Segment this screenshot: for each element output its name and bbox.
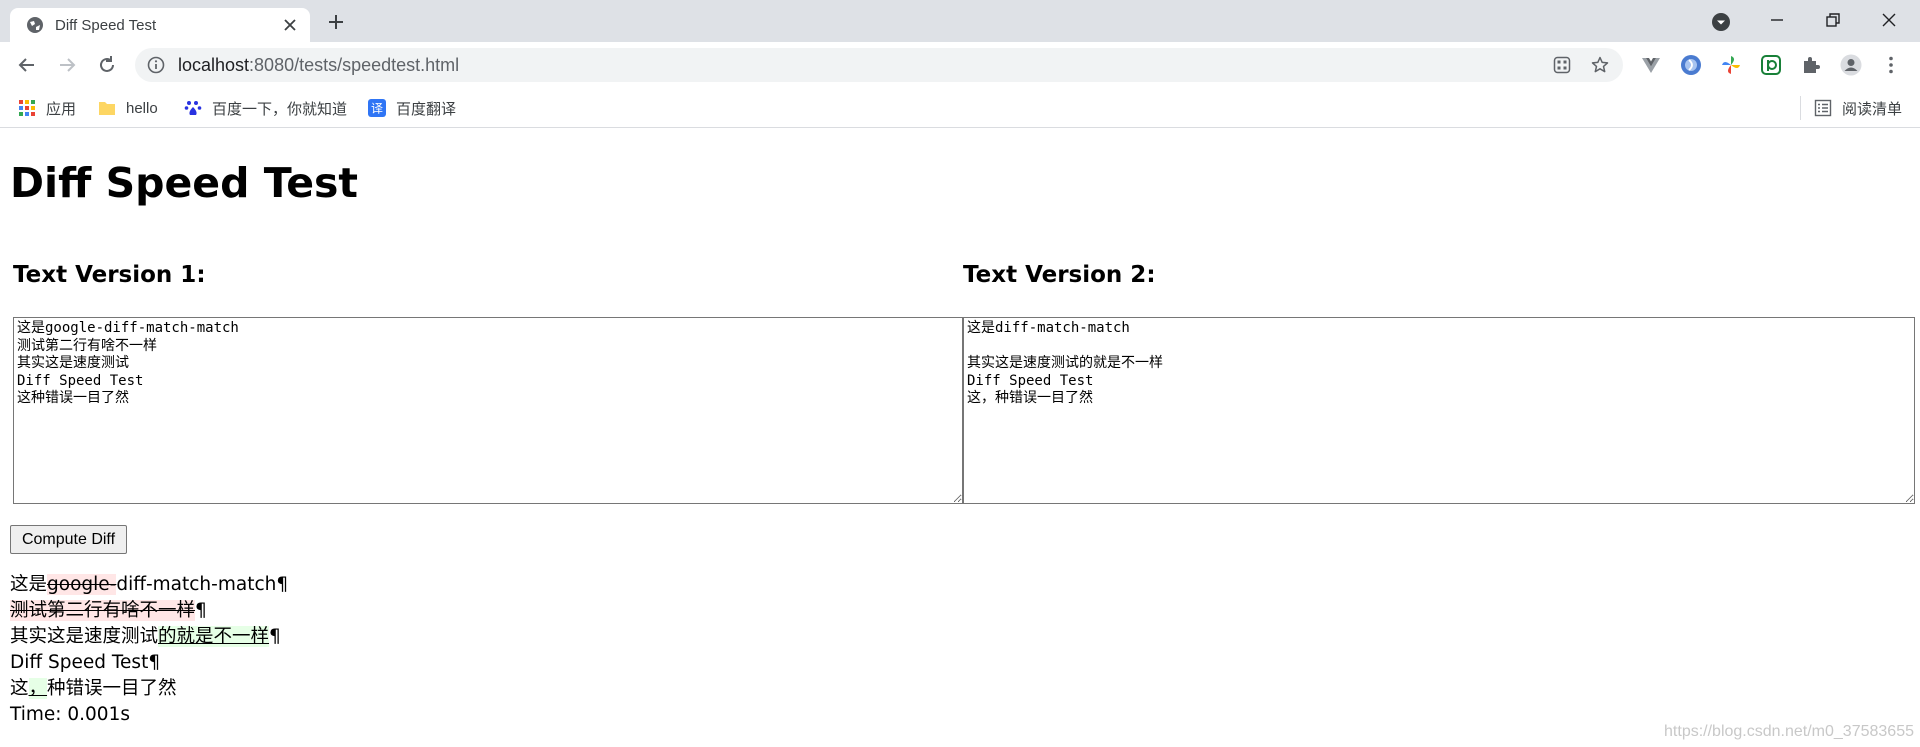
forward-arrow-icon[interactable] — [56, 54, 78, 76]
diff-line: 其实这是速度测试的就是不一样¶ — [10, 624, 910, 650]
reload-icon[interactable] — [96, 54, 118, 76]
bookmark-star-icon[interactable] — [1591, 56, 1609, 74]
reading-list-button[interactable]: 阅读清单 — [1814, 97, 1902, 119]
tab-search-icon[interactable] — [1711, 12, 1731, 32]
text-version-1-heading: Text Version 1: — [13, 262, 206, 288]
bookmark-hello-folder[interactable]: hello — [98, 97, 158, 119]
bookmark-apps[interactable]: 应用 — [18, 97, 76, 119]
url-path: :8080/tests/speedtest.html — [249, 55, 460, 75]
qr-code-icon[interactable] — [1553, 56, 1571, 74]
site-info-icon[interactable] — [147, 56, 165, 74]
reading-list-label: 阅读清单 — [1842, 100, 1903, 118]
profile-avatar-icon[interactable] — [1840, 54, 1862, 76]
diff-line: 测试第二行有啥不一样¶ — [10, 598, 910, 624]
baidu-paw-icon — [184, 101, 202, 115]
text-version-2-heading: Text Version 2: — [963, 262, 1156, 288]
new-tab-plus-icon[interactable] — [326, 12, 346, 32]
diff-equal-text: 这 — [10, 678, 29, 699]
browser-tab[interactable]: Diff Speed Test — [10, 8, 310, 42]
folder-icon — [99, 102, 115, 115]
diff-equal-text: ¶ — [269, 626, 281, 647]
svg-text:译: 译 — [371, 102, 383, 116]
restore-window-icon[interactable] — [1823, 10, 1843, 30]
globe-icon — [27, 17, 43, 33]
bookmark-baidu-translate[interactable]: 译 百度翻译 — [368, 97, 456, 119]
close-window-icon[interactable] — [1879, 10, 1899, 30]
back-arrow-icon[interactable] — [16, 54, 38, 76]
pinwheel-extension-icon[interactable] — [1720, 54, 1742, 76]
diff-deleted-text: google- — [47, 574, 117, 595]
tab-title: Diff Speed Test — [55, 17, 157, 34]
bookmark-label: hello — [126, 99, 158, 117]
green-extension-icon[interactable] — [1760, 54, 1782, 76]
watermark: https://blog.csdn.net/m0_37583655 — [1664, 723, 1914, 740]
text-version-1-textarea[interactable] — [13, 317, 963, 504]
url-text[interactable]: localhost:8080/tests/speedtest.html — [178, 55, 459, 76]
url-host: localhost — [178, 55, 250, 75]
address-bar[interactable]: localhost:8080/tests/speedtest.html — [135, 48, 1623, 82]
diff-line: 这是google-diff-match-match¶ — [10, 572, 910, 598]
compute-diff-button[interactable]: Compute Diff — [10, 525, 127, 554]
extensions-puzzle-icon[interactable] — [1800, 54, 1822, 76]
text-version-2-textarea[interactable] — [963, 317, 1915, 504]
page-content: Diff Speed Test Text Version 1: Text Ver… — [0, 129, 1920, 747]
diff-equal-text: 这是 — [10, 574, 48, 595]
bookmark-baidu[interactable]: 百度一下，你就知道 — [184, 97, 347, 119]
page-title: Diff Speed Test — [10, 159, 359, 207]
diff-equal-text: ¶ — [195, 600, 207, 621]
vue-devtools-icon[interactable] — [1640, 54, 1662, 76]
diff-equal-text: 种错误一目了然 — [47, 678, 177, 699]
close-tab-icon[interactable] — [282, 17, 298, 33]
diff-equal-text: Diff Speed Test¶ — [10, 652, 161, 673]
browser-extension-blue-icon[interactable] — [1680, 54, 1702, 76]
browser-toolbar: localhost:8080/tests/speedtest.html — [0, 42, 1920, 88]
apps-grid-icon — [19, 100, 35, 116]
diff-inserted-text: 的就是不一样 — [158, 626, 270, 647]
baidu-translate-icon: 译 — [368, 99, 386, 117]
diff-line: 这，种错误一目了然 — [10, 676, 910, 702]
bookmarks-divider — [1800, 96, 1801, 120]
minimize-icon[interactable] — [1767, 10, 1787, 30]
diff-equal-text: 其实这是速度测试 — [10, 626, 159, 647]
bookmark-label: 应用 — [46, 100, 77, 118]
diff-equal-text: diff-match-match¶ — [116, 574, 289, 595]
diff-deleted-text: 测试第二行有啥不一样 — [10, 600, 196, 621]
bookmark-label: 百度翻译 — [396, 100, 457, 118]
diff-inserted-text: ， — [28, 678, 48, 699]
bookmarks-bar: 应用 hello 百度一下，你就知道 译 百度翻译 阅读清单 — [0, 88, 1920, 128]
diff-output: 这是google-diff-match-match¶ 测试第二行有啥不一样¶ 其实这… — [10, 572, 910, 728]
diff-time: Time: 0.001s — [10, 704, 130, 725]
tab-strip: Diff Speed Test — [0, 0, 1920, 42]
browser-menu-dots-icon[interactable] — [1880, 54, 1902, 76]
reading-list-icon — [1814, 99, 1832, 117]
bookmark-label: 百度一下，你就知道 — [212, 100, 348, 118]
diff-line: Diff Speed Test¶ — [10, 650, 910, 676]
